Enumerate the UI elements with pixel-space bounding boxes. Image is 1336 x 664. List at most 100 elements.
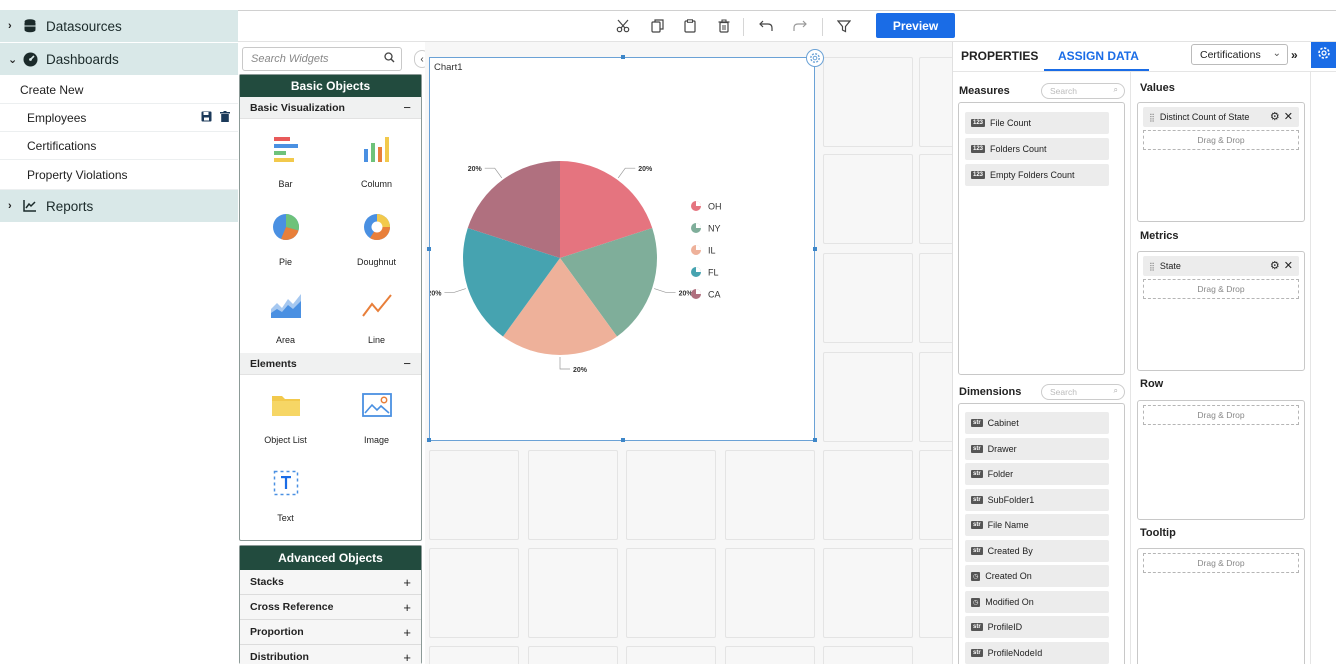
data-label-leader [617,167,636,179]
grid-cell [429,646,519,664]
paste-icon[interactable] [681,17,699,35]
expand-plus-icon[interactable]: + [403,600,411,615]
gear-icon[interactable]: ⚙ [1270,110,1280,123]
legend-item-ny[interactable]: NY [691,223,721,234]
widget-column[interactable]: Column [331,119,422,197]
divider [1130,72,1131,664]
undo-icon[interactable] [757,17,775,35]
string-type-icon: str [971,496,983,504]
nav-item-certifications[interactable]: Certifications [0,132,238,160]
drop-zone[interactable]: Drag & Drop [1143,279,1299,299]
advanced-item-distribution[interactable]: Distribution + [240,645,421,664]
elements-section[interactable]: Elements − [240,353,421,375]
tab-assign-data[interactable]: ASSIGN DATA [1058,49,1139,63]
settings-button[interactable] [1311,42,1336,68]
widget-line[interactable]: Line [331,275,422,353]
close-icon[interactable]: ✕ [1284,110,1293,123]
collapse-minus-icon[interactable]: − [403,356,411,371]
dimension-field[interactable]: str Folder [965,463,1109,485]
grid-cell [823,154,913,244]
dimension-field[interactable]: str ProfileNodeId [965,642,1109,664]
delete-icon[interactable] [715,17,733,35]
dimension-field[interactable]: str SubFolder1 [965,489,1109,511]
dimension-field[interactable]: str Created By [965,540,1109,562]
dimension-field[interactable]: str ProfileID [965,616,1109,638]
advanced-item-label: Cross Reference [250,601,334,613]
dimension-field[interactable]: str Cabinet [965,412,1109,434]
datasource-select[interactable]: Certifications ⌄ [1191,44,1288,65]
tab-properties[interactable]: PROPERTIES [961,49,1038,63]
widget-search-input[interactable]: Search Widgets [242,47,402,71]
trash-icon[interactable] [220,110,230,125]
drop-zone[interactable]: Drag & Drop [1143,130,1299,150]
legend-item-ca[interactable]: CA [691,289,721,300]
cut-icon[interactable] [614,17,632,35]
nav-reports[interactable]: › Reports [0,190,238,223]
expand-plus-icon[interactable]: + [403,575,411,590]
legend-item-oh[interactable]: OH [691,201,722,212]
widget-image[interactable]: Image [331,375,422,453]
grid-cell [725,646,815,664]
drop-zone[interactable]: Drag & Drop [1143,553,1299,573]
string-type-icon: str [971,470,983,478]
metrics-drop-area[interactable]: ⣿ State ⚙ ✕ Drag & Drop [1137,251,1305,371]
drag-handle-icon[interactable]: ⣿ [1149,262,1155,271]
dimensions-search-input[interactable]: Search ⌕ [1041,384,1125,400]
pie-chart-icon [271,197,301,257]
values-drop-area[interactable]: ⣿ Distinct Count of State ⚙ ✕ Drag & Drop [1137,102,1305,222]
widget-text[interactable]: Text [240,453,331,531]
legend-item-fl[interactable]: FL [691,267,719,278]
row-drop-area[interactable]: Drag & Drop [1137,400,1305,520]
chart-widget[interactable]: Chart1 20%20%20%20%20%OHNYILFLCA [427,49,824,442]
widget-bar[interactable]: Bar [240,119,331,197]
gear-icon[interactable]: ⚙ [1270,259,1280,272]
collapse-minus-icon[interactable]: − [403,100,411,115]
metrics-field-pill[interactable]: ⣿ State ⚙ ✕ [1143,256,1299,276]
widget-pie[interactable]: Pie [240,197,331,275]
expand-panel-icon[interactable]: » [1291,48,1298,62]
measure-field[interactable]: 123 File Count [965,112,1109,134]
advanced-item-proportion[interactable]: Proportion + [240,620,421,645]
redo-icon[interactable] [791,17,809,35]
data-label-leader [444,288,466,293]
dimension-label: ProfileID [987,622,1023,632]
dimension-field[interactable]: str File Name [965,514,1109,536]
close-icon[interactable]: ✕ [1284,259,1293,272]
measure-field[interactable]: 123 Folders Count [965,138,1109,160]
bar-chart-icon [271,119,301,179]
save-icon[interactable] [201,111,212,125]
measures-search-input[interactable]: Search ⌕ [1041,83,1125,99]
copy-icon[interactable] [648,17,666,35]
expand-plus-icon[interactable]: + [403,650,411,664]
metrics-label: Metrics [1140,230,1179,242]
widget-object-list[interactable]: Object List [240,375,331,453]
area-chart-icon [270,275,302,335]
dimension-field[interactable]: ◷ Created On [965,565,1109,587]
dimension-field[interactable]: ◷ Modified On [965,591,1109,613]
nav-item-employees[interactable]: Employees [0,104,238,132]
filter-icon[interactable] [835,17,853,35]
measure-field[interactable]: 123 Empty Folders Count [965,164,1109,186]
advanced-item-stacks[interactable]: Stacks + [240,570,421,595]
dimension-label: Created By [987,546,1033,556]
nav-datasources[interactable]: › Datasources [0,10,238,43]
widget-area[interactable]: Area [240,275,331,353]
advanced-item-cross-reference[interactable]: Cross Reference + [240,595,421,620]
widget-doughnut[interactable]: Doughnut [331,197,422,275]
basic-visualization-section[interactable]: Basic Visualization − [240,97,421,119]
widget-label: Text [277,513,294,523]
create-new-link[interactable]: Create New [0,76,238,104]
tooltip-drop-area[interactable]: Drag & Drop [1137,548,1305,664]
dashboard-canvas[interactable]: Chart1 20%20%20%20%20%OHNYILFLCA [425,42,952,664]
nav-item-property-violations[interactable]: Property Violations [0,160,238,190]
expand-plus-icon[interactable]: + [403,625,411,640]
values-field-pill[interactable]: ⣿ Distinct Count of State ⚙ ✕ [1143,107,1299,127]
legend-item-il[interactable]: IL [691,245,716,256]
dimension-field[interactable]: str Drawer [965,438,1109,460]
preview-button[interactable]: Preview [876,13,955,38]
dimension-label: Modified On [985,597,1034,607]
nav-dashboards[interactable]: ⌄ Dashboards [0,43,238,76]
doughnut-chart-icon [362,197,392,257]
drop-zone[interactable]: Drag & Drop [1143,405,1299,425]
drag-handle-icon[interactable]: ⣿ [1149,113,1155,122]
